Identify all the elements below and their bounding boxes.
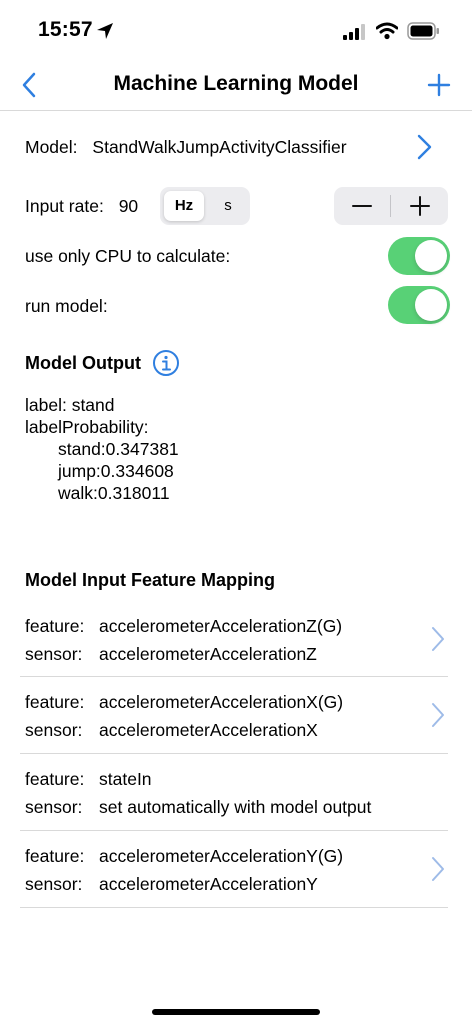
feature-key: feature: [25,846,85,866]
sensor-value: set automatically with model output [99,797,372,817]
feature-value: accelerometerAccelerationZ(G) [99,616,343,636]
row-divider [20,907,448,908]
feature-value: accelerometerAccelerationY(G) [99,846,344,866]
nav-divider [0,110,472,111]
feature-value: stateIn [99,769,152,789]
status-time: 15:57 [38,18,93,41]
feature-key: feature: [25,692,85,712]
toggle-knob [415,240,447,272]
plus-icon [409,196,430,216]
model-output-header: Model Output [25,353,141,373]
mapping-row-feature: feature: stateIn [25,769,152,790]
page-title: Machine Learning Model [113,72,359,95]
run-model-toggle[interactable] [388,286,450,324]
chevron-right-icon[interactable] [430,702,446,728]
mapping-row-feature[interactable]: feature: accelerometerAccelerationY(G) [25,846,343,867]
output-probability-header: labelProbability: [25,417,149,437]
sensor-value: accelerometerAccelerationZ [99,644,317,664]
wifi-icon [376,22,398,40]
feature-value: accelerometerAccelerationX(G) [99,692,344,712]
sensor-key: sensor: [25,874,83,894]
feature-key: feature: [25,616,85,636]
segment-s[interactable]: s [208,197,248,214]
probability-walk: walk:0.318011 [58,483,170,503]
stepper-increment-button[interactable] [391,187,448,225]
mapping-row-feature[interactable]: feature: accelerometerAccelerationX(G) [25,692,343,713]
feature-mapping-header: Model Input Feature Mapping [25,570,275,590]
row-divider [20,676,448,677]
output-label: label: stand [25,395,115,415]
add-button[interactable] [422,68,456,102]
cpu-only-toggle[interactable] [388,237,450,275]
stepper-decrement-button[interactable] [334,187,390,225]
cpu-only-label: use only CPU to calculate: [25,246,231,266]
input-rate-label: Input rate: [25,196,104,216]
sensor-key: sensor: [25,644,83,664]
sensor-key: sensor: [25,720,83,740]
chevron-right-icon[interactable] [412,132,436,162]
input-rate-value: 90 [118,196,139,216]
mapping-row-sensor[interactable]: sensor: accelerometerAccelerationY [25,874,318,895]
toggle-knob [415,289,447,321]
feature-key: feature: [25,769,85,789]
mapping-row-sensor: sensor: set automatically with model outp… [25,797,371,818]
input-rate-row: Input rate: 90 [25,196,138,217]
row-divider [20,830,448,831]
sensor-key: sensor: [25,797,83,817]
row-divider [20,753,448,754]
mapping-row-sensor[interactable]: sensor: accelerometerAccelerationZ [25,644,317,665]
plus-icon [427,73,451,97]
model-row[interactable]: Model: StandWalkJumpActivityClassifier [25,137,347,158]
model-label: Model: [25,137,78,157]
battery-icon [407,22,439,40]
probability-jump: jump:0.334608 [58,461,174,481]
probability-stand: stand:0.347381 [58,439,179,459]
info-icon[interactable] [152,349,180,377]
mapping-row-sensor[interactable]: sensor: accelerometerAccelerationX [25,720,318,741]
chevron-right-icon[interactable] [430,856,446,882]
segment-hz[interactable]: Hz [164,197,204,214]
chevron-right-icon[interactable] [430,626,446,652]
minus-icon [352,205,372,207]
home-indicator[interactable] [152,1009,320,1015]
cellular-signal-icon [343,24,365,40]
location-arrow-icon [97,23,113,39]
model-name: StandWalkJumpActivityClassifier [92,137,347,157]
mapping-row-feature[interactable]: feature: accelerometerAccelerationZ(G) [25,616,342,637]
sensor-value: accelerometerAccelerationY [99,874,318,894]
run-model-label: run model: [25,296,108,316]
sensor-value: accelerometerAccelerationX [99,720,318,740]
